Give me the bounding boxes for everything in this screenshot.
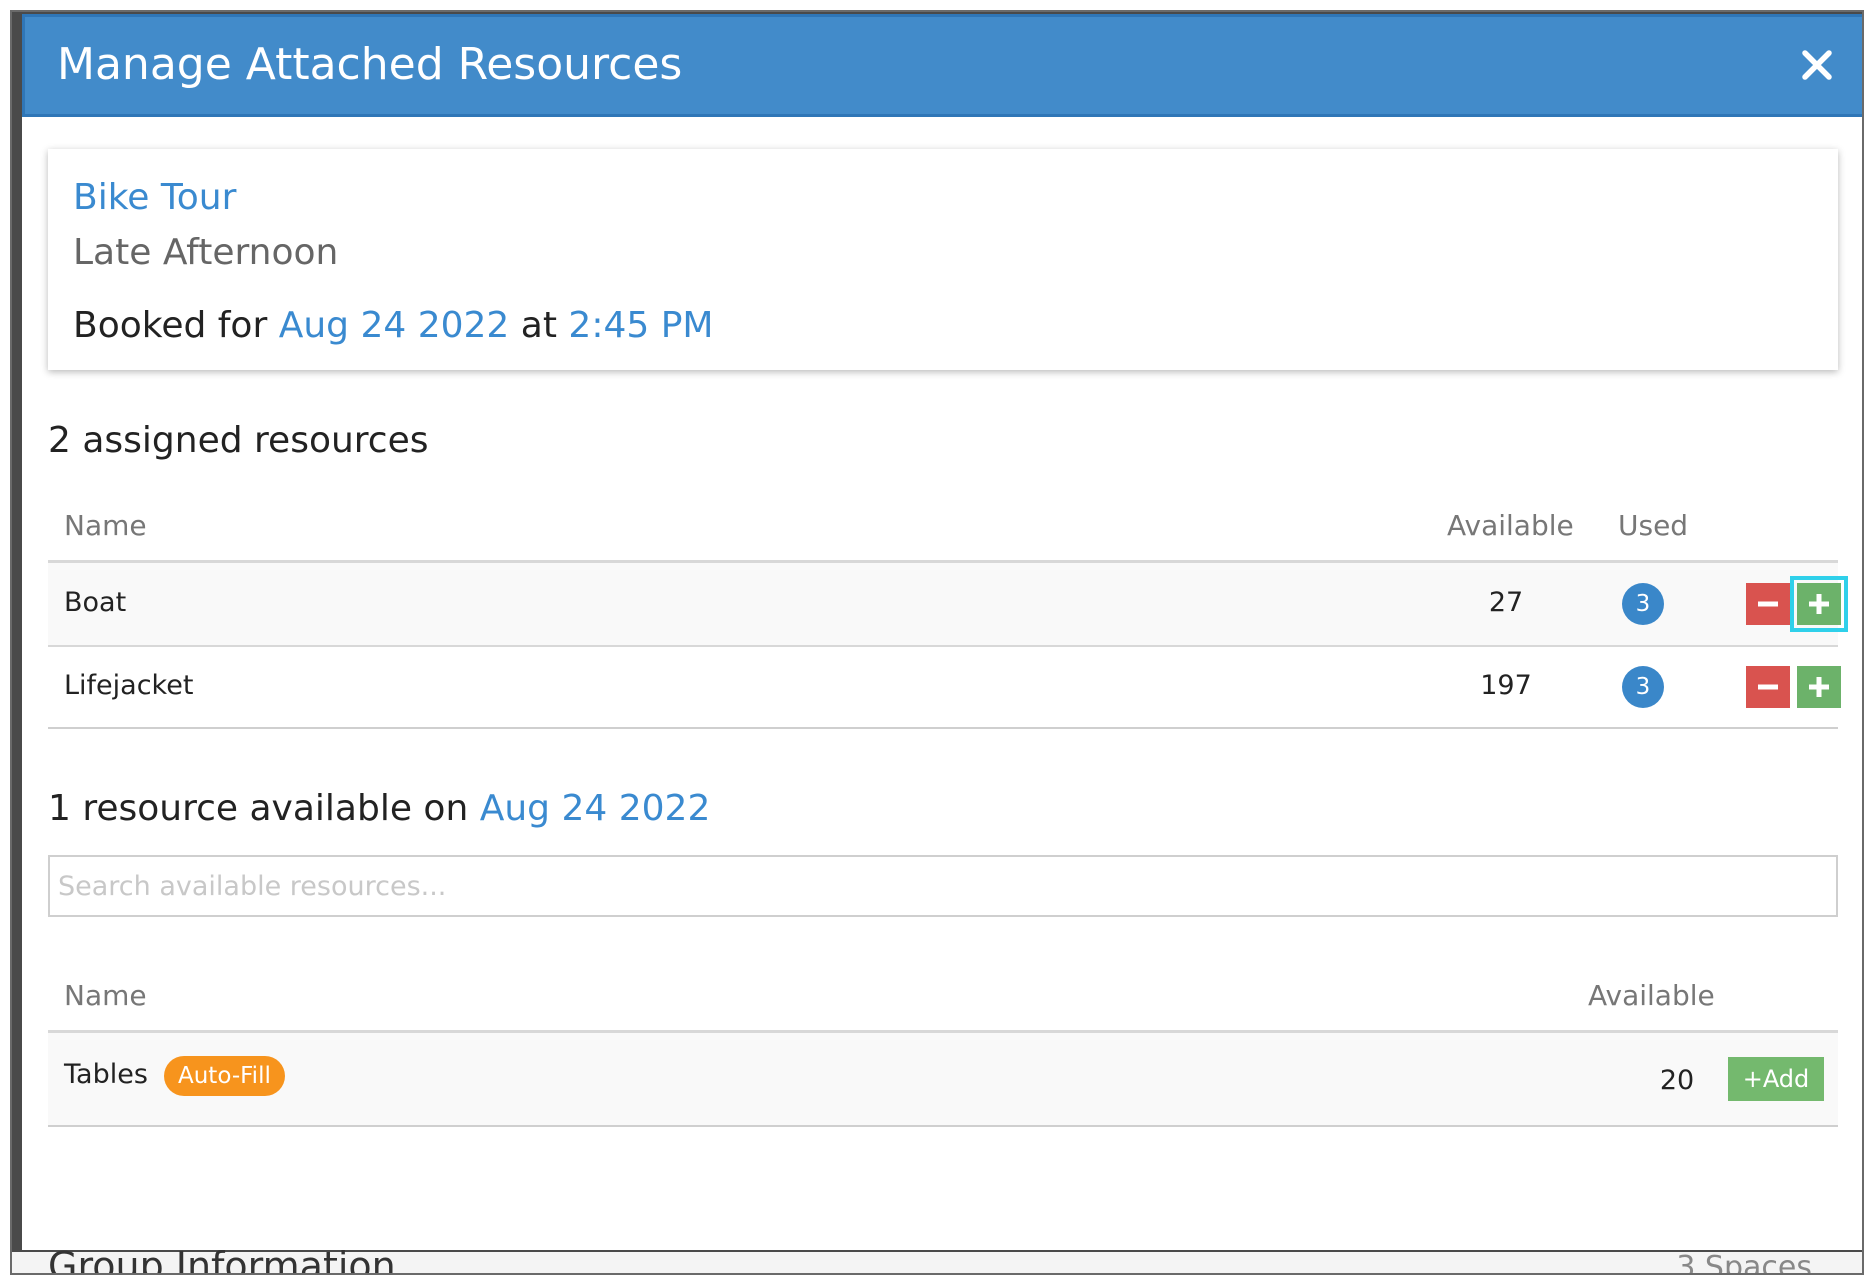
modal-title: Manage Attached Resources: [57, 39, 683, 90]
add-resource-button[interactable]: +Add: [1728, 1057, 1824, 1101]
available-heading-label: 1 resource available on: [48, 788, 469, 829]
resource-name: Tables: [64, 1059, 148, 1090]
table-row: Tables Auto-Fill 20 +Add: [48, 1033, 1838, 1125]
table-bottom-divider: [48, 1125, 1838, 1127]
used-count-badge: 3: [1622, 666, 1664, 708]
search-input[interactable]: [48, 855, 1838, 917]
assigned-col-used: Used: [1618, 509, 1689, 542]
resource-available: 27: [1488, 587, 1524, 618]
assigned-resources-heading: 2 assigned resources: [48, 420, 429, 461]
screen-frame: Group Information 3 Spaces Manage Attach…: [10, 10, 1864, 1275]
booking-time: 2:45 PM: [568, 305, 714, 346]
available-resources-heading: 1 resource available on Aug 24 2022: [48, 788, 710, 829]
booking-title-link[interactable]: Bike Tour: [73, 177, 236, 218]
increase-button[interactable]: [1797, 666, 1841, 708]
add-label: Add: [1762, 1065, 1810, 1093]
available-col-available: Available: [1588, 979, 1715, 1012]
plus-icon: +: [1742, 1065, 1763, 1093]
resource-name: Boat: [64, 587, 127, 618]
resource-name: Lifejacket: [64, 670, 194, 701]
table-row: Lifejacket 197 3: [48, 647, 1841, 727]
increase-button[interactable]: [1797, 583, 1841, 625]
available-heading-date: Aug 24 2022: [479, 788, 711, 829]
assigned-col-available: Available: [1447, 509, 1574, 542]
booking-card: Bike Tour Late Afternoon Booked for Aug …: [48, 149, 1838, 370]
minus-icon: [1758, 601, 1778, 607]
close-icon: [1802, 50, 1832, 80]
decrease-button[interactable]: [1746, 583, 1790, 625]
booked-for-line: Booked for Aug 24 2022 at 2:45 PM: [73, 305, 713, 346]
used-count-badge: 3: [1622, 583, 1664, 625]
background-spaces-count: 3 Spaces: [1676, 1250, 1812, 1275]
booked-for-label: Booked for: [73, 305, 268, 346]
table-row: Boat 27 3: [48, 563, 1848, 645]
available-col-name: Name: [64, 979, 147, 1012]
booking-at-label: at: [520, 305, 557, 346]
manage-resources-modal: Manage Attached Resources Bike Tour Late…: [22, 14, 1862, 1250]
plus-icon: [1809, 677, 1829, 697]
resource-available: 197: [1480, 670, 1532, 701]
minus-icon: [1758, 684, 1778, 690]
plus-icon: [1809, 594, 1829, 614]
assigned-col-name: Name: [64, 509, 147, 542]
modal-header: Manage Attached Resources: [22, 14, 1862, 117]
close-button[interactable]: [1791, 39, 1843, 91]
auto-fill-badge: Auto-Fill: [164, 1056, 285, 1096]
booking-date: Aug 24 2022: [278, 305, 510, 346]
table-bottom-divider: [48, 727, 1838, 729]
resource-available: 20: [1659, 1065, 1695, 1096]
decrease-button[interactable]: [1746, 666, 1790, 708]
booking-subtitle: Late Afternoon: [73, 232, 339, 273]
